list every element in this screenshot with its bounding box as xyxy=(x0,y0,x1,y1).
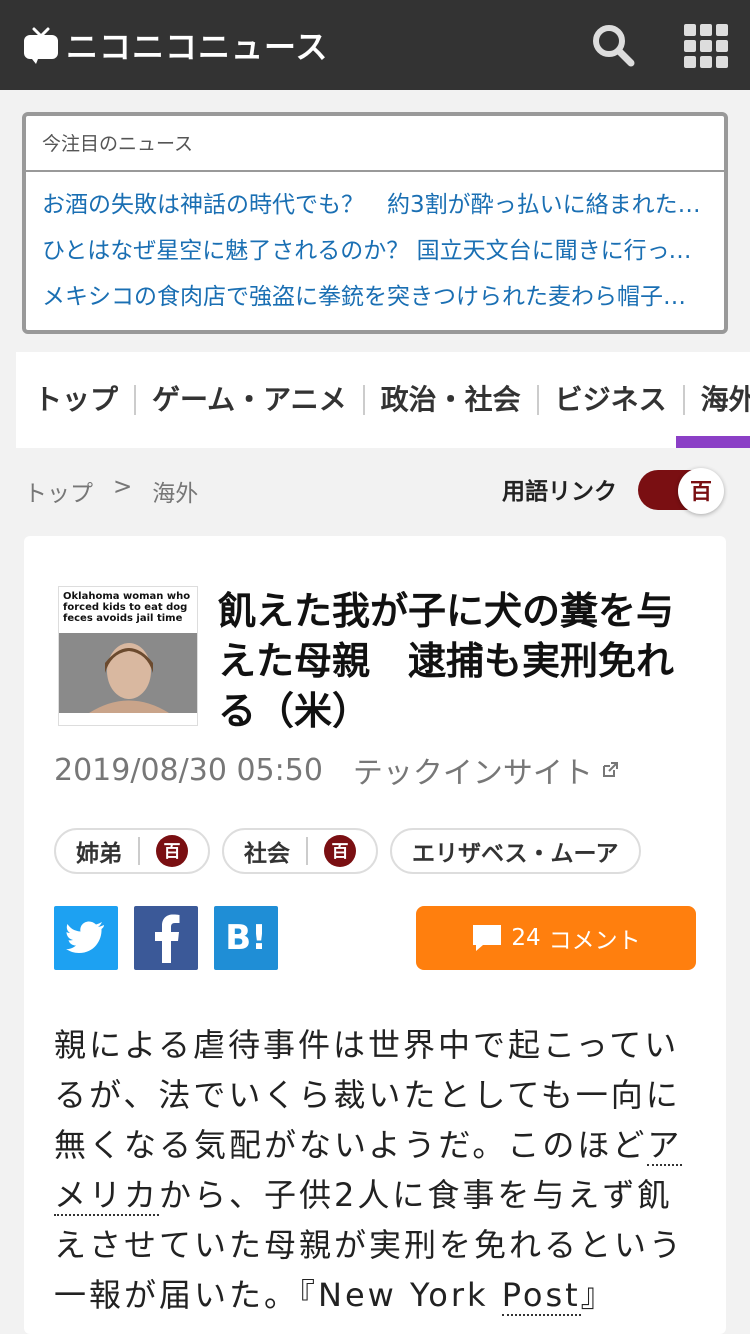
hatena-bookmark-button[interactable]: B! xyxy=(214,906,278,970)
search-icon[interactable] xyxy=(590,22,636,68)
trending-heading: 今注目のニュース xyxy=(26,116,724,172)
article-title: 飢えた我が子に犬の糞を与えた母親 逮捕も実刑免れる（米） xyxy=(218,589,675,733)
toggle-knob[interactable]: 百 xyxy=(678,468,724,514)
menu-grid-icon[interactable] xyxy=(684,24,728,68)
breadcrumb-current[interactable]: 海外 xyxy=(152,474,198,508)
logo-text: ニコニコニュース xyxy=(66,28,329,66)
breadcrumb-top[interactable]: トップ xyxy=(24,474,93,508)
tag-list: 姉弟 百 社会 百 エリザベス・ムーア xyxy=(54,828,641,874)
breadcrumb-separator: > xyxy=(113,474,133,500)
comment-label: コメント xyxy=(548,928,641,954)
term-link-post[interactable]: Post xyxy=(501,1276,581,1316)
term-link-label: 用語リンク xyxy=(502,479,617,505)
source-link[interactable]: テックインサイト xyxy=(353,748,593,792)
trending-list: お酒の失敗は神話の時代でも？ 約3割が酔っ払いに絡まれた経験あり ひとはなぜ星空… xyxy=(26,172,724,320)
article-thumbnail[interactable]: Oklahoma woman who forced kids to eat do… xyxy=(58,586,198,726)
tab-overseas[interactable]: 海外 xyxy=(685,385,750,415)
article-card: Oklahoma woman who forced kids to eat do… xyxy=(24,536,726,1334)
tab-politics-society[interactable]: 政治・社会 xyxy=(365,385,539,415)
hatena-icon: B! xyxy=(225,918,267,958)
body-text-part: 』 xyxy=(580,1276,616,1314)
tab-game-anime[interactable]: ゲーム・アニメ xyxy=(136,385,365,415)
twitter-share-button[interactable] xyxy=(54,906,118,970)
tag-chip[interactable]: 姉弟 百 xyxy=(54,828,210,874)
portrait-image xyxy=(59,633,197,713)
dictionary-icon: 百 xyxy=(690,480,712,505)
trending-link[interactable]: メキシコの食肉店で強盗に拳銃を突きつけられた麦わら帽子の男 xyxy=(42,274,708,320)
publish-date: 2019/08/30 05:50 xyxy=(54,752,323,788)
tag-label: エリザベス・ムーア xyxy=(412,841,619,867)
tag-label: 姉弟 xyxy=(76,841,122,867)
trending-link[interactable]: お酒の失敗は神話の時代でも？ 約3割が酔っ払いに絡まれた経験あり xyxy=(42,182,708,228)
niconico-news-logo[interactable]: ニコニコニュース xyxy=(22,22,328,68)
tab-top[interactable]: トップ xyxy=(16,385,137,415)
facebook-share-button[interactable] xyxy=(134,906,198,970)
article-meta: 2019/08/30 05:50 テックインサイト xyxy=(54,748,619,792)
comment-count: 24 xyxy=(511,925,541,951)
breadcrumb: トップ > 海外 xyxy=(24,474,198,508)
external-link-icon xyxy=(602,762,618,777)
comment-button[interactable]: 24 コメント xyxy=(416,906,696,970)
dictionary-icon[interactable]: 百 xyxy=(324,835,356,867)
category-nav: トップ ゲーム・アニメ 政治・社会 ビジネス 海外 xyxy=(16,352,750,448)
body-text-part: 親による虐待事件は世界中で起こっているが、法でいくら裁いたとしても一向に無くなる… xyxy=(54,1026,681,1164)
twitter-icon xyxy=(66,921,104,953)
tag-label: 社会 xyxy=(244,841,290,867)
svg-text:百: 百 xyxy=(690,480,712,505)
comment-bubble-icon xyxy=(473,925,502,951)
tab-business[interactable]: ビジネス xyxy=(539,385,685,415)
thumbnail-caption: Oklahoma woman who forced kids to eat do… xyxy=(63,591,191,624)
svg-text:百: 百 xyxy=(332,842,349,862)
app-header: ニコニコニュース xyxy=(0,0,750,90)
trending-link[interactable]: ひとはなぜ星空に魅了されるのか？ 国立天文台に聞きに行ってみた xyxy=(42,228,708,274)
dictionary-icon[interactable]: 百 xyxy=(156,835,188,867)
trending-news-box: 今注目のニュース お酒の失敗は神話の時代でも？ 約3割が酔っ払いに絡まれた経験あ… xyxy=(22,112,728,334)
tag-chip[interactable]: 社会 百 xyxy=(222,828,378,874)
thumbnail-photo xyxy=(59,633,197,713)
svg-text:百: 百 xyxy=(164,842,181,862)
article-body: 親による虐待事件は世界中で起こっているが、法でいくら裁いたとしても一向に無くなる… xyxy=(54,1020,704,1320)
tv-icon xyxy=(24,27,58,64)
active-tab-indicator xyxy=(676,436,750,448)
tag-chip[interactable]: エリザベス・ムーア xyxy=(390,828,641,874)
facebook-icon xyxy=(155,914,180,963)
